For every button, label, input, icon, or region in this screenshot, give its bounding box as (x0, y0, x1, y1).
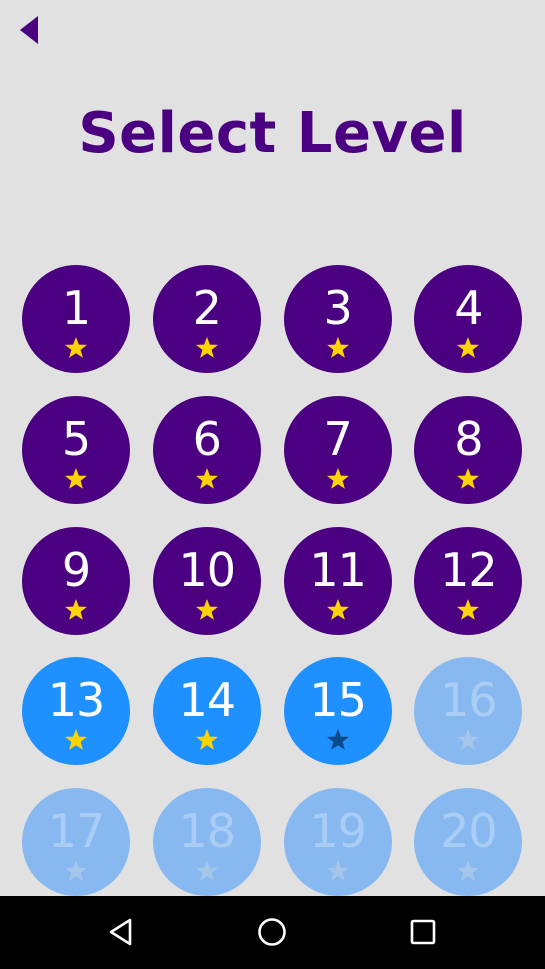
nav-home-button[interactable] (250, 910, 294, 954)
level-select-screen: Select Level 1 2 3 4 5 6 7 8 9 10 11 12 13 14 15 16 17 18… (0, 0, 545, 896)
level-number: 18 (178, 804, 237, 859)
level-button[interactable]: 3 (283, 265, 392, 373)
level-number: 4 (454, 281, 483, 335)
level-number: 8 (454, 411, 483, 466)
android-nav-bar (0, 896, 545, 969)
level-number: 10 (178, 542, 237, 597)
level-number: 15 (309, 673, 367, 728)
level-number: 1 (61, 281, 91, 335)
level-button: 18 (152, 788, 261, 896)
star-filled-icon (195, 729, 218, 751)
star-empty-icon (457, 729, 480, 751)
star-empty-icon (326, 729, 349, 751)
level-button[interactable]: 9 (22, 526, 130, 635)
page-title: Select Level (78, 101, 467, 166)
level-button[interactable]: 8 (414, 395, 523, 504)
star-filled-icon (65, 729, 87, 751)
level-number: 13 (47, 673, 106, 728)
back-arrow-icon (20, 16, 38, 44)
level-button[interactable]: 5 (22, 395, 130, 504)
level-button[interactable]: 10 (152, 526, 261, 635)
star-filled-icon (195, 598, 218, 620)
back-button[interactable] (10, 10, 46, 50)
star-empty-icon (195, 860, 218, 881)
level-button[interactable]: 2 (152, 265, 261, 373)
level-number: 20 (440, 804, 498, 859)
star-filled-icon (326, 337, 349, 358)
star-filled-icon (326, 467, 349, 489)
level-button[interactable]: 7 (283, 395, 392, 504)
star-filled-icon (326, 598, 349, 620)
level-button: 17 (22, 788, 130, 896)
level-button: 19 (283, 788, 392, 896)
level-number: 12 (440, 542, 498, 597)
level-button[interactable]: 13 (22, 657, 130, 766)
level-number: 14 (178, 673, 237, 728)
star-filled-icon (457, 467, 480, 489)
level-button: 16 (414, 657, 523, 766)
star-filled-icon (65, 467, 87, 489)
nav-recents-icon (410, 919, 436, 945)
star-filled-icon (65, 598, 87, 620)
level-button[interactable]: 14 (152, 657, 261, 766)
star-filled-icon (65, 337, 87, 358)
level-number: 7 (323, 411, 352, 466)
level-number: 17 (47, 804, 106, 859)
level-number: 5 (61, 411, 91, 466)
star-empty-icon (65, 860, 87, 881)
star-filled-icon (457, 598, 480, 620)
level-number: 3 (323, 281, 352, 335)
level-number: 19 (309, 804, 367, 859)
level-number: 2 (192, 281, 222, 335)
nav-recents-button[interactable] (401, 910, 445, 954)
level-button[interactable]: 4 (414, 265, 523, 373)
level-button: 20 (414, 788, 523, 896)
star-filled-icon (457, 337, 480, 358)
nav-back-button[interactable] (99, 910, 143, 954)
level-button[interactable]: 11 (283, 526, 392, 635)
level-number: 11 (309, 542, 367, 597)
level-button[interactable]: 12 (414, 526, 523, 635)
level-button[interactable]: 6 (152, 395, 261, 504)
star-filled-icon (195, 337, 218, 358)
level-number: 16 (440, 673, 498, 728)
star-filled-icon (195, 467, 218, 489)
nav-back-icon (109, 918, 132, 946)
star-empty-icon (326, 860, 349, 881)
level-number: 9 (61, 542, 91, 597)
level-number: 6 (192, 411, 222, 466)
level-button[interactable]: 1 (22, 265, 130, 373)
star-empty-icon (457, 860, 480, 881)
nav-home-icon (258, 918, 286, 946)
level-button[interactable]: 15 (283, 657, 392, 766)
